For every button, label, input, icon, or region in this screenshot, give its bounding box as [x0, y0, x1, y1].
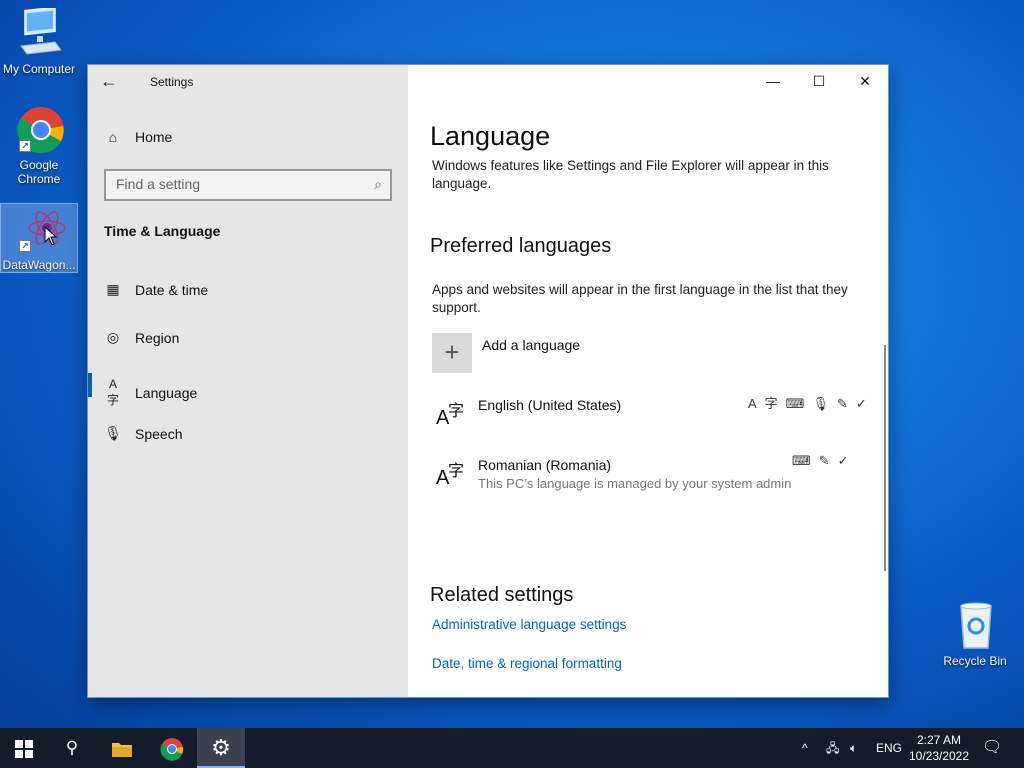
desktop-icon-label: DataWagon...: [2, 258, 76, 272]
language-icon: A字: [106, 377, 119, 407]
minimize-icon: —: [766, 73, 780, 89]
desktop-icon-datawagon[interactable]: ↗ DataWagon...: [0, 203, 78, 273]
language-name: English (United States): [478, 397, 622, 413]
calendar-clock-icon: ▦: [106, 281, 120, 297]
recycle-bin-icon: [947, 600, 1003, 652]
language-features-icons: A字⌨🎙︎✎✓: [748, 393, 875, 412]
text-to-speech-icon: ⌨: [792, 453, 819, 468]
scrollbar[interactable]: [884, 345, 886, 571]
language-intro-text: Windows features like Settings and File …: [432, 158, 829, 191]
desktop-icon-my-computer[interactable]: My Computer: [1, 6, 77, 76]
mouse-cursor-icon: [44, 226, 58, 246]
add-language-label: Add a language: [482, 337, 581, 353]
speaker-icon: 🔈︎: [850, 741, 858, 755]
network-button[interactable]: 🖧: [826, 728, 839, 768]
input-language-button[interactable]: ENG: [876, 728, 902, 768]
nav-item-label: Language: [135, 384, 198, 401]
display-language-icon: A字: [748, 396, 786, 411]
admin-language-settings-link[interactable]: Administrative language settings: [432, 617, 626, 632]
maximize-icon: ☐: [812, 73, 826, 89]
chrome-icon: [160, 737, 184, 761]
desktop-icon-label: My Computer: [2, 62, 76, 76]
clock-date: 10/23/2022: [908, 749, 970, 763]
desktop-icon-label: Google Chrome: [17, 158, 61, 186]
search-icon: ⌕: [374, 176, 382, 192]
home-icon: ⌂: [108, 129, 118, 145]
nav-item-region[interactable]: ◎ Region: [104, 329, 179, 346]
datawagon-icon: ↗: [11, 204, 67, 256]
related-settings-heading: Related settings: [430, 584, 574, 606]
globe-icon: ◎: [106, 329, 120, 345]
settings-taskbar-button[interactable]: ⚙: [197, 728, 245, 768]
preferred-languages-description: Apps and websites will appear in the fir…: [432, 282, 848, 315]
chrome-taskbar-button[interactable]: [148, 728, 196, 768]
show-hidden-icons-button[interactable]: ^: [802, 728, 808, 768]
search-placeholder: Find a setting: [116, 176, 201, 192]
language-icon: A字: [436, 463, 465, 489]
nav-item-label: Speech: [135, 425, 183, 442]
spell-check-icon: ✓: [855, 396, 875, 411]
settings-window: ← Settings ⌂ Home Find a setting ⌕ Time …: [88, 65, 888, 697]
text-to-speech-icon: ⌨: [785, 396, 813, 411]
desktop-icon-google-chrome[interactable]: ↗ Google Chrome: [1, 104, 77, 186]
file-explorer-button[interactable]: [98, 728, 146, 768]
selected-indicator: [88, 373, 92, 397]
windows-logo-icon: [15, 739, 33, 758]
maximize-button[interactable]: ☐: [796, 65, 842, 97]
speech-recognition-icon: 🎙︎: [812, 396, 837, 411]
page-title: Language: [430, 121, 551, 151]
content-pane: — ☐ ✕ Language Windows features like Set…: [408, 65, 888, 697]
start-button[interactable]: [0, 728, 48, 768]
section-header: Time & Language: [104, 223, 221, 239]
spell-check-icon: ✓: [837, 453, 857, 468]
taskbar: ⚲ ⚙ ^ 🖧 🔈︎ ENG 2:27 AM 10/23/2022 🗨︎: [0, 728, 1024, 768]
network-icon: 🖧: [826, 741, 840, 755]
window-title: Settings: [150, 75, 194, 89]
clock-time: 2:27 AM: [916, 733, 962, 747]
close-button[interactable]: ✕: [842, 65, 888, 97]
nav-item-speech[interactable]: 🎙︎ Speech: [104, 425, 182, 442]
nav-item-date-time[interactable]: ▦ Date & time: [104, 281, 208, 298]
minimize-button[interactable]: —: [750, 65, 796, 97]
language-icon: A字: [436, 403, 465, 429]
language-features-icons: ⌨✎✓: [792, 453, 857, 469]
desktop-icon-recycle-bin[interactable]: Recycle Bin: [937, 600, 1013, 668]
nav-home[interactable]: ⌂ Home: [104, 129, 173, 145]
volume-button[interactable]: 🔈︎: [850, 728, 857, 768]
desktop: My Computer ↗ Google Chrome ↗ DataWagon.…: [0, 0, 1024, 728]
nav-home-label: Home: [135, 129, 173, 145]
language-admin-note: This PC’s language is managed by your sy…: [478, 476, 792, 491]
preferred-languages-heading: Preferred languages: [430, 235, 612, 257]
desktop-icon-label: Recycle Bin: [943, 654, 1007, 668]
search-input[interactable]: Find a setting ⌕: [104, 169, 392, 201]
folder-icon: [112, 742, 132, 757]
notification-icon: 🗨︎: [982, 739, 1003, 756]
plus-icon: +: [432, 333, 472, 373]
search-button[interactable]: ⚲: [48, 728, 96, 768]
back-arrow-icon: ←: [100, 71, 118, 91]
nav-item-language[interactable]: A字 Language: [104, 377, 197, 408]
nav-item-label: Region: [135, 329, 180, 346]
microphone-icon: 🎙︎: [104, 425, 122, 441]
navigation-pane: ← Settings ⌂ Home Find a setting ⌕ Time …: [88, 65, 408, 697]
handwriting-icon: ✎: [836, 396, 856, 411]
search-icon: ⚲: [65, 738, 79, 757]
clock[interactable]: 2:27 AM 10/23/2022: [904, 732, 974, 764]
chrome-icon: ↗: [11, 104, 67, 156]
nav-item-label: Date & time: [135, 281, 209, 298]
language-name: Romanian (Romania): [478, 457, 612, 473]
chevron-up-icon: ^: [802, 741, 808, 755]
back-button[interactable]: ←: [100, 71, 124, 95]
notifications-button[interactable]: 🗨︎: [982, 728, 1002, 768]
computer-icon: [11, 6, 67, 60]
date-time-regional-formatting-link[interactable]: Date, time & regional formatting: [432, 656, 622, 671]
handwriting-icon: ✎: [818, 453, 838, 468]
close-icon: ✕: [859, 73, 871, 89]
gear-icon: ⚙: [211, 735, 231, 760]
